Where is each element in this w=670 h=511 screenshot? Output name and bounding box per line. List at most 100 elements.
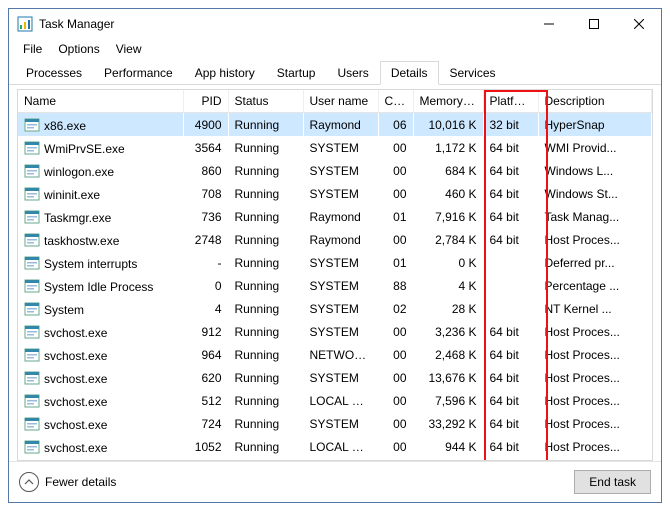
col-platform[interactable]: Platform <box>483 90 538 113</box>
cell-user: SYSTEM <box>303 182 378 205</box>
window-title: Task Manager <box>39 17 526 31</box>
chevron-up-icon <box>19 472 39 492</box>
close-button[interactable] <box>616 9 661 39</box>
cell-cpu: 00 <box>378 228 413 251</box>
cell-user: Raymond <box>303 228 378 251</box>
cell-platform: 64 bit <box>483 228 538 251</box>
tab-processes[interactable]: Processes <box>15 61 93 84</box>
table-row[interactable]: svchost.exe964RunningNETWORK...002,468 K… <box>18 343 652 366</box>
cell-platform <box>483 251 538 274</box>
fewer-details-button[interactable]: Fewer details <box>19 472 116 492</box>
titlebar[interactable]: Task Manager <box>9 9 661 39</box>
tab-apphistory[interactable]: App history <box>184 61 266 84</box>
cell-desc: Percentage ... <box>538 274 652 297</box>
col-status[interactable]: Status <box>228 90 303 113</box>
cell-pid: 3564 <box>183 136 228 159</box>
table-row[interactable]: Taskmgr.exe736RunningRaymond017,916 K64 … <box>18 205 652 228</box>
table-row[interactable]: System interrupts-RunningSYSTEM010 KDefe… <box>18 251 652 274</box>
col-cpu[interactable]: CPU <box>378 90 413 113</box>
cell-cpu: 01 <box>378 205 413 228</box>
table-row[interactable]: svchost.exe1052RunningLOCAL SE...00944 K… <box>18 435 652 458</box>
cell-name: taskhostw.exe <box>18 228 183 251</box>
menubar: File Options View <box>9 39 661 59</box>
cell-desc: Task Manag... <box>538 205 652 228</box>
menu-view[interactable]: View <box>108 40 150 58</box>
col-user[interactable]: User name <box>303 90 378 113</box>
cell-user: LOCAL SE... <box>303 389 378 412</box>
col-name[interactable]: Name <box>18 90 183 113</box>
cell-cpu: 00 <box>378 136 413 159</box>
cell-desc: Host Proces... <box>538 343 652 366</box>
cell-pid: 4900 <box>183 113 228 137</box>
table-row[interactable]: svchost.exe912RunningSYSTEM003,236 K64 b… <box>18 320 652 343</box>
column-headers[interactable]: Name PID Status User name CPU Memory (p.… <box>18 90 652 113</box>
table-row[interactable]: svchost.exe620RunningSYSTEM0013,676 K64 … <box>18 366 652 389</box>
cell-user: SYSTEM <box>303 366 378 389</box>
col-desc[interactable]: Description <box>538 90 652 113</box>
cell-cpu: 02 <box>378 297 413 320</box>
cell-platform: 64 bit <box>483 366 538 389</box>
cell-platform: 64 bit <box>483 182 538 205</box>
maximize-button[interactable] <box>571 9 616 39</box>
tab-services[interactable]: Services <box>439 61 507 84</box>
tabstrip: Processes Performance App history Startu… <box>9 59 661 85</box>
process-icon <box>24 140 40 156</box>
tab-users[interactable]: Users <box>326 61 379 84</box>
col-mem[interactable]: Memory (p... <box>413 90 483 113</box>
process-icon <box>24 416 40 432</box>
cell-mem: 10,016 K <box>413 113 483 137</box>
col-pid[interactable]: PID <box>183 90 228 113</box>
table-row[interactable]: taskhostw.exe2748RunningRaymond002,784 K… <box>18 228 652 251</box>
cell-cpu: 00 <box>378 343 413 366</box>
table-row[interactable]: System4RunningSYSTEM0228 KNT Kernel ... <box>18 297 652 320</box>
cell-mem: 7,596 K <box>413 389 483 412</box>
cell-name: Taskmgr.exe <box>18 205 183 228</box>
cell-status: Running <box>228 297 303 320</box>
tab-details[interactable]: Details <box>380 61 439 85</box>
minimize-button[interactable] <box>526 9 571 39</box>
cell-name: System interrupts <box>18 251 183 274</box>
cell-user: LOCAL SE... <box>303 458 378 461</box>
cell-cpu: 00 <box>378 159 413 182</box>
table-row[interactable]: svchost.exe1324RunningLOCAL SE...004,496… <box>18 458 652 461</box>
table-row[interactable]: svchost.exe724RunningSYSTEM0033,292 K64 … <box>18 412 652 435</box>
table-row[interactable]: winlogon.exe860RunningSYSTEM00684 K64 bi… <box>18 159 652 182</box>
tab-performance[interactable]: Performance <box>93 61 184 84</box>
cell-desc: Host Proces... <box>538 435 652 458</box>
tab-startup[interactable]: Startup <box>266 61 327 84</box>
cell-pid: 964 <box>183 343 228 366</box>
table-row[interactable]: System Idle Process0RunningSYSTEM884 KPe… <box>18 274 652 297</box>
process-icon <box>24 393 40 409</box>
cell-name: svchost.exe <box>18 366 183 389</box>
process-grid[interactable]: Name PID Status User name CPU Memory (p.… <box>17 89 653 461</box>
cell-name: System <box>18 297 183 320</box>
table-row[interactable]: WmiPrvSE.exe3564RunningSYSTEM001,172 K64… <box>18 136 652 159</box>
cell-user: SYSTEM <box>303 412 378 435</box>
table-row[interactable]: svchost.exe512RunningLOCAL SE...007,596 … <box>18 389 652 412</box>
cell-name: svchost.exe <box>18 320 183 343</box>
cell-platform: 32 bit <box>483 113 538 137</box>
process-icon <box>24 117 40 133</box>
table-row[interactable]: wininit.exe708RunningSYSTEM00460 K64 bit… <box>18 182 652 205</box>
cell-desc: Host Proces... <box>538 228 652 251</box>
cell-mem: 4 K <box>413 274 483 297</box>
cell-status: Running <box>228 366 303 389</box>
cell-desc: Host Proces... <box>538 320 652 343</box>
cell-user: SYSTEM <box>303 297 378 320</box>
cell-desc: Windows St... <box>538 182 652 205</box>
cell-status: Running <box>228 251 303 274</box>
end-task-button[interactable]: End task <box>574 470 651 494</box>
menu-options[interactable]: Options <box>50 40 107 58</box>
cell-desc: Host Proces... <box>538 366 652 389</box>
cell-mem: 2,468 K <box>413 343 483 366</box>
cell-name: svchost.exe <box>18 343 183 366</box>
cell-cpu: 00 <box>378 366 413 389</box>
cell-pid: 860 <box>183 159 228 182</box>
cell-name: winlogon.exe <box>18 159 183 182</box>
process-icon <box>24 439 40 455</box>
cell-pid: 708 <box>183 182 228 205</box>
table-row[interactable]: x86.exe4900RunningRaymond0610,016 K32 bi… <box>18 113 652 137</box>
cell-pid: 0 <box>183 274 228 297</box>
cell-mem: 460 K <box>413 182 483 205</box>
menu-file[interactable]: File <box>15 40 50 58</box>
